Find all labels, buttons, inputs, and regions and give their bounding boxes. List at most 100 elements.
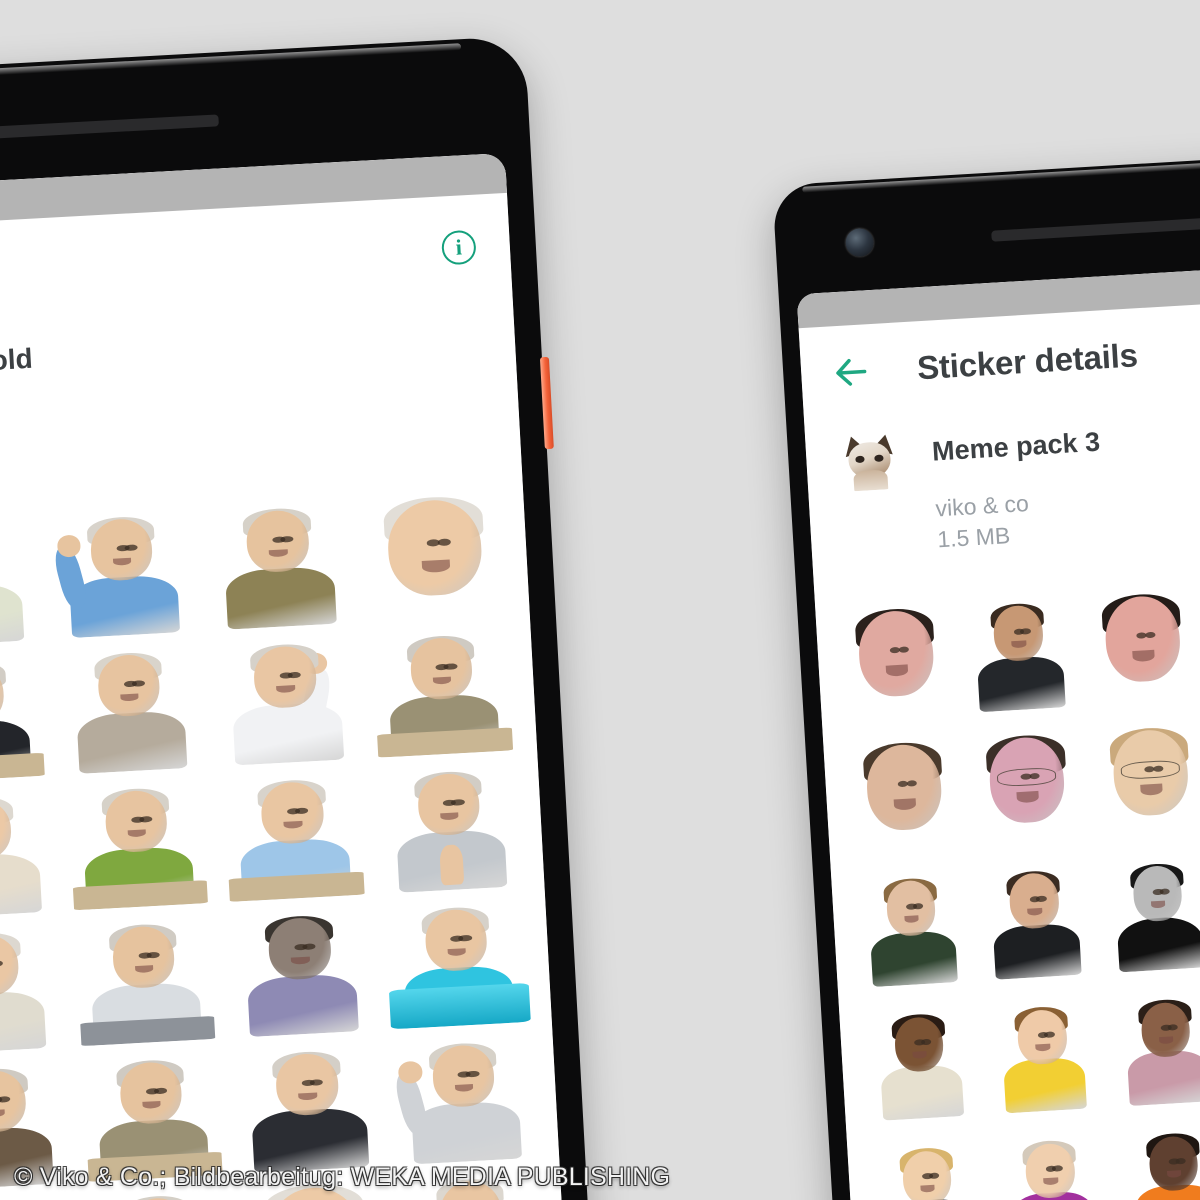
earpiece-speaker bbox=[0, 114, 219, 140]
sticker-item[interactable] bbox=[381, 890, 534, 1030]
meme-girl-purple-vest bbox=[990, 1124, 1112, 1200]
harold-laptop-thumbs-up bbox=[83, 1179, 236, 1200]
phone-frame-highlight bbox=[0, 43, 462, 92]
harold-green-sweater-eating bbox=[61, 771, 214, 911]
sticker-item[interactable] bbox=[53, 635, 206, 775]
sticker-item[interactable] bbox=[68, 907, 221, 1047]
sticker-details-app-left: Sticker details i Hide the pain - Harold… bbox=[0, 152, 566, 1200]
sticker-item[interactable] bbox=[835, 596, 957, 721]
meme-baby-plaid-clapping bbox=[1105, 983, 1200, 1108]
sticker-item[interactable] bbox=[0, 644, 51, 784]
sticker-item[interactable] bbox=[1105, 983, 1200, 1108]
android-phone-right: Sticker details Meme pack 3 viko & co 1.… bbox=[772, 152, 1200, 1200]
meme-face-glasses-ponytail bbox=[966, 722, 1088, 847]
android-phone-left: Sticker details i Hide the pain - Harold… bbox=[0, 35, 595, 1200]
screenshot-canvas: Sticker details i Hide the pain - Harold… bbox=[0, 0, 1200, 1200]
sticker-grid-right bbox=[812, 531, 1200, 1200]
sticker-item[interactable] bbox=[0, 1051, 73, 1191]
grumpy-cat-icon bbox=[839, 431, 900, 492]
meme-toddler-yelling-fist bbox=[867, 1131, 989, 1200]
meme-hooded-figure-bw bbox=[1097, 849, 1200, 974]
sticker-item[interactable] bbox=[982, 990, 1104, 1115]
harold-thumbs-up-blue-shirt bbox=[46, 500, 199, 640]
info-circle-icon[interactable]: i bbox=[440, 229, 477, 266]
harold-pool-float-blue bbox=[381, 890, 534, 1030]
harold-dark-purple-shirt bbox=[224, 899, 377, 1039]
sticker-item[interactable] bbox=[958, 589, 1080, 714]
sticker-item[interactable] bbox=[358, 483, 511, 623]
sticker-item[interactable] bbox=[990, 1124, 1112, 1200]
sticker-item[interactable] bbox=[61, 771, 214, 911]
harold-light-blue-shirt-desk bbox=[217, 763, 370, 903]
phone-screen-right: Sticker details Meme pack 3 viko & co 1.… bbox=[796, 263, 1200, 1200]
sticker-item[interactable] bbox=[0, 1187, 80, 1200]
sticker-pack-meta: Meme pack 3 viko & co 1.5 MB bbox=[931, 415, 1107, 555]
sticker-item[interactable] bbox=[1097, 849, 1200, 974]
sticker-item[interactable] bbox=[0, 780, 58, 920]
sticker-item[interactable] bbox=[239, 1170, 392, 1200]
sticker-item[interactable] bbox=[232, 1034, 385, 1174]
harold-face-closeup-smile bbox=[239, 1170, 392, 1200]
harold-praying-hands bbox=[373, 754, 526, 894]
front-camera-icon bbox=[844, 227, 875, 258]
page-title: Sticker details bbox=[916, 336, 1139, 387]
info-glyph: i bbox=[440, 229, 477, 266]
meme-woman-hand-mouth bbox=[851, 863, 973, 988]
sticker-item[interactable] bbox=[83, 1179, 236, 1200]
sticker-item[interactable] bbox=[1089, 715, 1200, 840]
harold-fist-raised-white bbox=[210, 627, 363, 767]
phone-screen-left: Sticker details i Hide the pain - Harold… bbox=[0, 152, 566, 1200]
meme-face-crying-blue-jersey bbox=[835, 596, 957, 721]
meme-face-laughing-suit bbox=[958, 589, 1080, 714]
harold-holding-tablet bbox=[68, 907, 221, 1047]
sticker-pack-name: Meme pack 3 bbox=[931, 426, 1101, 467]
harold-striped-thumbs-up bbox=[388, 1026, 541, 1166]
sticker-item[interactable] bbox=[388, 1026, 541, 1166]
harold-white-shirt-squat bbox=[0, 1187, 80, 1200]
back-arrow-icon[interactable] bbox=[830, 351, 872, 393]
power-button-left-phone[interactable] bbox=[539, 356, 554, 450]
sticker-pack-meta: Hide the pain - Harold viko & co 1.1 MB bbox=[0, 343, 38, 478]
harold-sitting-crosslegged bbox=[232, 1034, 385, 1174]
harold-sitting-floor-legs bbox=[0, 780, 58, 920]
sticker-item[interactable] bbox=[366, 619, 519, 759]
sticker-item[interactable] bbox=[217, 763, 370, 903]
harold-striped-shirt-arms bbox=[0, 916, 65, 1056]
sticker-pack-name: Hide the pain - Harold bbox=[0, 342, 34, 390]
harold-striped-sweater bbox=[53, 635, 206, 775]
sticker-item[interactable] bbox=[395, 1162, 548, 1200]
sticker-item[interactable] bbox=[851, 863, 973, 988]
meme-boy-orange-shirt bbox=[1113, 1116, 1200, 1200]
meme-kid-striped-shirt-arms bbox=[859, 997, 981, 1122]
meme-face-round-glasses bbox=[1089, 715, 1200, 840]
sticker-item[interactable] bbox=[0, 916, 65, 1056]
sticker-details-app-right: Sticker details Meme pack 3 viko & co 1.… bbox=[796, 263, 1200, 1200]
sticker-item[interactable] bbox=[373, 754, 526, 894]
meme-kid-yellow-owl-shirt bbox=[982, 990, 1104, 1115]
harold-hammer-tools bbox=[366, 619, 519, 759]
harold-leather-jacket bbox=[0, 1051, 73, 1191]
sticker-item[interactable] bbox=[867, 1131, 989, 1200]
sticker-item[interactable] bbox=[966, 722, 1088, 847]
sticker-item[interactable] bbox=[974, 856, 1096, 981]
sticker-item[interactable] bbox=[46, 500, 199, 640]
earpiece-speaker bbox=[991, 217, 1200, 242]
meme-face-long-hair-smirk bbox=[843, 730, 965, 855]
sticker-grid-left bbox=[0, 436, 565, 1200]
sticker-item[interactable] bbox=[1082, 581, 1200, 706]
harold-laptop-coffee-black bbox=[0, 644, 51, 784]
sticker-item[interactable] bbox=[1113, 1116, 1200, 1200]
harold-hammer-camo bbox=[76, 1043, 229, 1183]
phone-frame-highlight bbox=[802, 157, 1200, 193]
sticker-item[interactable] bbox=[843, 730, 965, 855]
sticker-item[interactable] bbox=[0, 508, 43, 648]
sticker-item[interactable] bbox=[859, 997, 981, 1122]
sticker-item[interactable] bbox=[210, 627, 363, 767]
meme-face-tongue-out bbox=[1082, 581, 1200, 706]
sticker-item[interactable] bbox=[224, 899, 377, 1039]
harold-hand-on-cheek bbox=[0, 508, 43, 648]
harold-hand-on-chin-seated bbox=[395, 1162, 548, 1200]
meme-man-suit-pointing bbox=[974, 856, 1096, 981]
sticker-item[interactable] bbox=[76, 1043, 229, 1183]
sticker-item[interactable] bbox=[202, 491, 355, 631]
